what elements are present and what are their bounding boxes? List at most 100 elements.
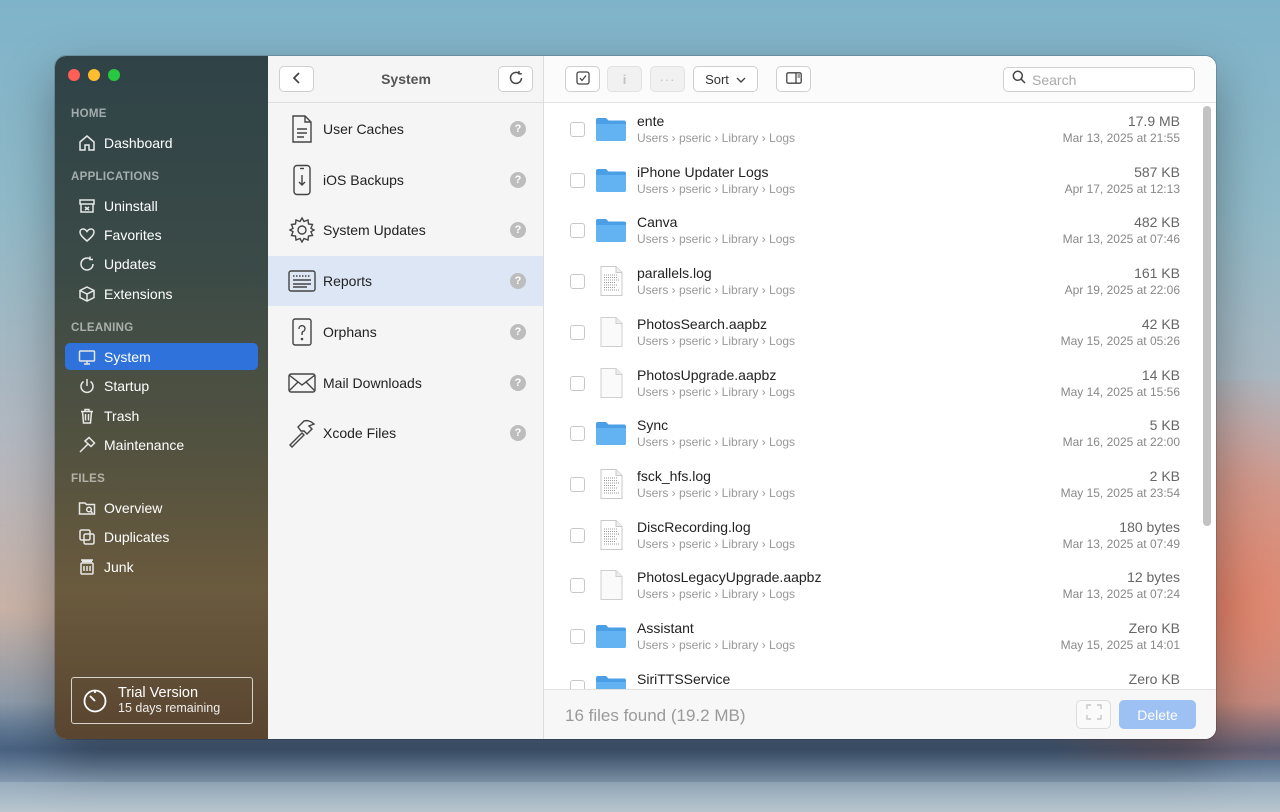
category-label: Xcode Files — [323, 425, 397, 441]
close-window-button[interactable] — [68, 69, 80, 81]
expand-icon — [1085, 704, 1102, 725]
file-date: Apr 17, 2025 at 12:13 — [1064, 181, 1180, 196]
app-window: HOME Dashboard APPLICATIONS Uninstall Fa… — [55, 56, 1216, 739]
category-system-updates[interactable]: System Updates ? — [268, 205, 543, 255]
search-field[interactable] — [1003, 67, 1195, 92]
sidebar-item-junk[interactable]: Junk — [65, 553, 258, 580]
sidebar-item-favorites[interactable]: Favorites — [65, 221, 258, 248]
file-checkbox[interactable] — [570, 324, 585, 340]
trash-icon — [78, 407, 96, 425]
sort-label: Sort — [705, 71, 729, 87]
section-label-home: HOME — [71, 108, 107, 120]
zoom-window-button[interactable] — [108, 69, 120, 81]
help-icon[interactable]: ? — [510, 222, 526, 238]
delete-button[interactable]: Delete — [1119, 700, 1196, 729]
toggle-preview-button[interactable] — [776, 66, 811, 92]
file-name: ente — [637, 113, 665, 129]
folder-icon — [595, 113, 627, 145]
sidebar-item-overview[interactable]: Overview — [65, 494, 258, 521]
select-all-button[interactable] — [565, 66, 600, 92]
file-checkbox[interactable] — [570, 527, 585, 543]
checkbox-icon — [575, 70, 590, 88]
sidebar-item-uninstall[interactable]: Uninstall — [65, 192, 258, 219]
refresh-button[interactable] — [498, 66, 533, 92]
category-label: iOS Backups — [323, 172, 404, 188]
file-row[interactable]: PhotosLegacyUpgrade.aapbz Users › pseric … — [544, 559, 1201, 610]
sidebar-item-extensions[interactable]: Extensions — [65, 280, 258, 307]
file-checkbox[interactable] — [570, 122, 585, 137]
expand-button[interactable] — [1076, 700, 1111, 729]
scrollbar[interactable] — [1203, 106, 1211, 526]
file-name: Assistant — [637, 620, 694, 636]
file-checkbox[interactable] — [570, 679, 585, 689]
minimize-window-button[interactable] — [88, 69, 100, 81]
category-user-caches[interactable]: User Caches ? — [268, 104, 543, 154]
log-file-icon — [595, 468, 627, 500]
category-ios-backups[interactable]: iOS Backups ? — [268, 155, 543, 205]
file-checkbox[interactable] — [570, 476, 585, 492]
info-button[interactable]: i — [607, 66, 642, 92]
file-name: parallels.log — [637, 265, 712, 282]
sidebar-item-label: Startup — [104, 377, 150, 394]
file-checkbox[interactable] — [570, 375, 585, 391]
category-label: Orphans — [323, 324, 377, 340]
file-icon — [595, 569, 627, 601]
help-icon[interactable]: ? — [510, 324, 526, 340]
file-date: Mar 13, 2025 at 07:46 — [1062, 232, 1180, 247]
help-icon[interactable]: ? — [510, 273, 526, 289]
file-row[interactable]: SiriTTSService Zero KB — [544, 661, 1201, 689]
file-row[interactable]: ente Users › pseric › Library › Logs 17.9 … — [544, 103, 1201, 154]
file-row[interactable]: iPhone Updater Logs Users › pseric › Libr… — [544, 154, 1201, 205]
help-icon[interactable]: ? — [510, 425, 526, 441]
file-row[interactable]: parallels.log Users › pseric › Library › … — [544, 255, 1201, 306]
category-xcode-files[interactable]: Xcode Files ? — [268, 408, 543, 458]
file-size: 42 KB — [1141, 315, 1180, 332]
file-checkbox[interactable] — [570, 274, 585, 290]
search-input[interactable] — [1032, 71, 1182, 88]
mail-icon — [287, 366, 317, 400]
more-button[interactable]: ··· — [650, 66, 685, 92]
file-row[interactable]: PhotosUpgrade.aapbz Users › pseric › Libr… — [544, 357, 1201, 408]
phone-icon — [287, 163, 317, 197]
file-checkbox[interactable] — [570, 223, 585, 239]
section-label-cleaning: CLEANING — [71, 322, 134, 334]
file-row[interactable]: PhotosSearch.aapbz Users › pseric › Libra… — [544, 306, 1201, 357]
file-checkbox[interactable] — [570, 426, 585, 442]
sidebar-item-dashboard[interactable]: Dashboard — [65, 129, 258, 156]
file-path: Users › pseric › Library › Logs — [637, 638, 796, 652]
sidebar-item-label: Duplicates — [104, 528, 170, 545]
file-row[interactable]: DiscRecording.log Users › pseric › Librar… — [544, 509, 1201, 560]
timer-icon — [82, 688, 108, 714]
hammer-icon — [78, 435, 96, 454]
file-row[interactable]: Assistant Users › pseric › Library › Logs… — [544, 610, 1201, 661]
window-controls — [68, 69, 120, 81]
file-size: 14 KB — [1141, 366, 1180, 383]
file-checkbox[interactable] — [570, 629, 585, 644]
sidebar-item-system[interactable]: System — [65, 343, 258, 370]
sidebar-item-updates[interactable]: Updates — [65, 250, 258, 277]
file-size: 482 KB — [1134, 214, 1180, 231]
help-icon[interactable]: ? — [510, 172, 526, 188]
file-row[interactable]: Sync Users › pseric › Library › Logs 5 KB M… — [544, 407, 1201, 458]
file-row[interactable]: fsck_hfs.log Users › pseric › Library › L… — [544, 458, 1201, 509]
sidebar-item-startup[interactable]: Startup — [65, 372, 258, 399]
sidebar-item-trash[interactable]: Trash — [65, 402, 258, 429]
sidebar-item-maintenance[interactable]: Maintenance — [65, 431, 258, 458]
category-reports[interactable]: Reports ? — [268, 256, 543, 306]
category-label: User Caches — [323, 121, 404, 137]
trial-subtitle: 15 days remaining — [118, 701, 221, 715]
file-row[interactable]: Canva Users › pseric › Library › Logs 482 … — [544, 204, 1201, 255]
file-checkbox[interactable] — [570, 578, 585, 594]
sort-button[interactable]: Sort — [693, 66, 758, 92]
file-path: Users › pseric › Library › Logs — [637, 536, 796, 551]
file-date: May 15, 2025 at 14:01 — [1060, 638, 1180, 652]
trial-version-button[interactable]: Trial Version 15 days remaining — [71, 677, 253, 724]
folder-icon — [595, 671, 627, 689]
category-orphans[interactable]: Orphans ? — [268, 307, 543, 357]
help-icon[interactable]: ? — [510, 375, 526, 391]
help-icon[interactable]: ? — [510, 121, 526, 137]
file-checkbox[interactable] — [570, 172, 585, 188]
category-mail-downloads[interactable]: Mail Downloads ? — [268, 358, 543, 408]
file-size: 161 KB — [1134, 265, 1180, 282]
sidebar-item-duplicates[interactable]: Duplicates — [65, 523, 258, 550]
